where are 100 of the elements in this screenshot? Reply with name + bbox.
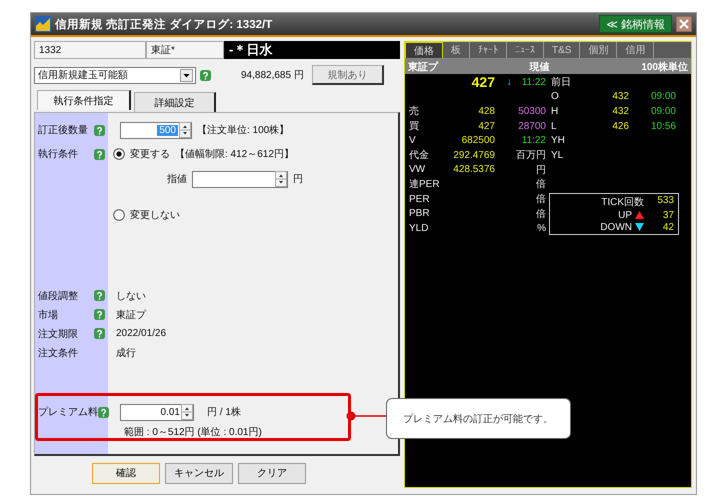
quote-label: 代金 [409,149,430,162]
quote-label: 前日 [550,76,572,90]
quote-label: YLD [409,222,430,234]
order-unit-note: 【注文単位: 100株】 [197,124,290,137]
quote-label: H [550,106,560,117]
quote-value: 292.4769 [452,150,495,161]
field-label: 執行条件 [38,148,78,161]
tab[interactable]: 詳細設定 [134,92,216,112]
quote-label: 連PER [409,178,441,192]
radio-option[interactable]: 変更しない [113,208,180,222]
field-label: 値段調整 [38,290,78,302]
tab[interactable]: 執行条件指定 [37,90,131,110]
dialog-button[interactable]: 確認 [92,462,160,484]
field-value: しない [116,290,146,302]
quote-label: 買 [409,120,420,134]
quote-label: 売 [409,104,420,118]
help-icon[interactable] [94,148,105,160]
quote-label: L [550,120,558,132]
help-icon[interactable] [98,406,109,418]
radio-icon[interactable] [113,209,125,221]
quote-time: 10:56 [650,120,677,132]
leader-line [346,411,386,421]
quote-tab[interactable]: 信用 [617,42,654,58]
help-icon[interactable] [94,290,105,301]
help-icon[interactable] [94,328,105,339]
premium-input[interactable]: 0.01 [120,404,194,420]
spinner-icon[interactable] [179,122,191,138]
quote-unit: 円 [535,164,547,177]
field-value: 2022/01/26 [116,328,166,339]
quote-quantity: 28700 [517,120,547,132]
stock-name-field: -＊日水 [224,41,400,59]
spinner-icon[interactable] [181,404,193,420]
quote-time: 09:00 [650,106,677,117]
available-amount: 94,882,685 円 [241,69,304,82]
radio-option[interactable]: 変更する [113,147,170,161]
current-price: 427 [470,74,495,90]
quote-unit: 倍 [535,192,547,206]
quote-value: 428.5376 [452,164,495,176]
field-value: 成行 [116,346,136,360]
callout-bubble: プレミアム料の訂正が可能です。 [386,398,571,439]
tick-value: 37 [662,210,674,221]
unit-label: 100株単位 [641,60,688,74]
help-icon[interactable] [200,70,211,80]
column-header: 現値 [530,60,550,74]
field-value: 東証プ [116,308,146,322]
stock-info-button[interactable]: ≪ 銘柄情報 [599,15,672,33]
field-label: 注文条件 [38,346,78,360]
tick-label: DOWN [600,222,632,233]
price-limit-note: 【値幅制限: 412～612円】 [175,148,294,161]
tick-value: 533 [656,194,674,208]
help-icon[interactable] [94,124,105,136]
stock-code-field[interactable]: 1332 [34,41,146,59]
quote-unit: % [536,222,547,234]
quote-value: 682500 [460,135,495,146]
tick-label: TICK回数 [601,196,644,209]
restriction-button[interactable]: 規制あり [312,65,384,85]
quote-time: 09:00 [650,91,677,102]
balance-type-dropdown[interactable]: 信用新規建玉可能額 [34,66,196,84]
quote-unit: 百万円 [515,149,547,162]
quote-label: O [550,91,560,102]
quote-label: PBR [409,208,431,220]
field-label: 注文期限 [38,328,78,340]
dialog-button[interactable]: クリア [238,462,306,484]
tick-value: 42 [662,222,674,233]
quote-label: V [409,135,417,146]
field-label: プレミアム料 [38,406,98,419]
quote-time: 11:22 [522,76,547,88]
caret-icon [180,68,193,82]
field-label: 市場 [38,308,58,322]
quote-label: YL [550,150,564,161]
quote-tab[interactable]: 価格 [405,42,443,58]
quote-value: 432 [611,91,629,102]
quote-value: 426 [611,120,629,132]
premium-unit: 円 / 1株 [207,406,241,419]
quote-tab[interactable]: 板 [443,42,470,58]
dialog-button[interactable]: キャンセル [165,462,233,484]
limit-price-label: 指値 [167,172,187,186]
chart-app-icon [35,16,51,32]
spinner-icon[interactable] [275,171,287,187]
quote-tab[interactable]: T&S [544,42,580,58]
market-label: 東証プ [408,60,438,74]
yen-unit: 円 [293,173,303,186]
quote-value: 432 [611,106,629,117]
help-icon[interactable] [94,309,105,320]
quote-tab[interactable]: 個別 [580,42,618,58]
limit-price-input[interactable] [192,170,288,188]
close-icon[interactable] [676,16,692,32]
window-title: 信用新規 売訂正発注 ダイアログ: 1332/T [55,17,272,32]
market-field[interactable]: 東証* [146,41,224,59]
price-direction-arrow: ↓ [506,76,512,88]
quote-time: 11:22 [520,135,547,146]
quote-tab[interactable]: ﾆｭｰｽ [507,42,544,58]
radio-icon[interactable] [113,148,125,160]
quote-tab[interactable]: ﾁｬｰﾄ [470,42,507,58]
premium-range-note: 範囲 : 0～512円 (単位 : 0.01円) [124,426,262,439]
quote-label: PER [409,194,431,205]
quote-label: VW [409,164,426,176]
field-label: 訂正後数量 [38,124,88,137]
up-triangle-icon [635,211,644,220]
quote-unit: 倍 [535,208,547,221]
